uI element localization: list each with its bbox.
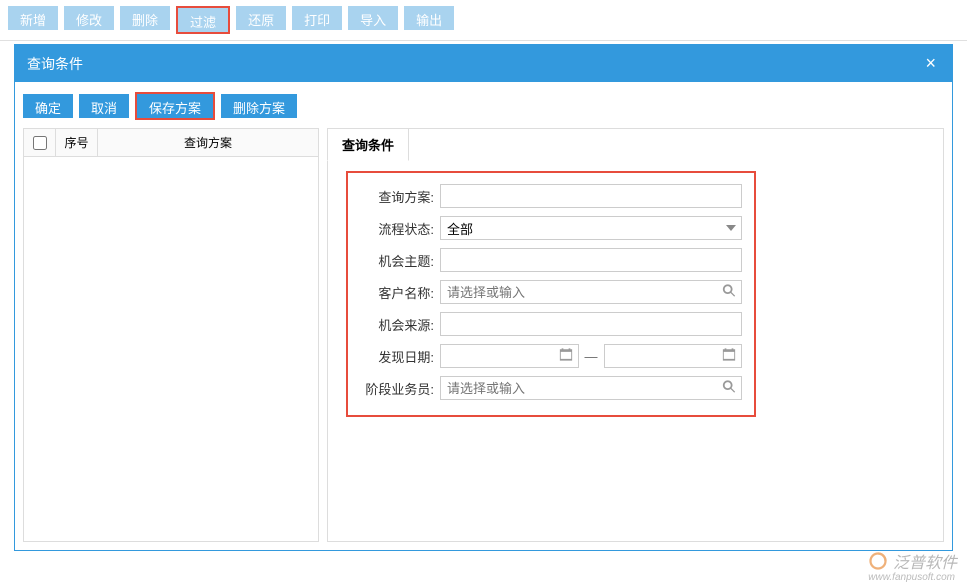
cancel-button[interactable]: 取消 [79,94,129,118]
plan-list-panel: 序号 查询方案 [23,128,319,542]
source-input[interactable] [440,312,742,336]
filter-button[interactable]: 过滤 [178,8,228,32]
modal-title: 查询条件 [27,54,83,74]
subject-input[interactable] [440,248,742,272]
print-button[interactable]: 打印 [292,6,342,30]
import-button[interactable]: 导入 [348,6,398,30]
select-all-checkbox[interactable] [33,136,47,150]
watermark: 泛普软件 [869,549,957,573]
tab-conditions[interactable]: 查询条件 [327,128,409,161]
status-value[interactable] [440,216,742,240]
plan-header: 查询方案 [98,129,318,156]
add-button[interactable]: 新增 [8,6,58,30]
plan-list-header: 序号 查询方案 [24,129,318,157]
subject-label: 机会主题: [360,251,440,270]
close-icon[interactable]: × [921,53,940,74]
date-label: 发现日期: [360,347,440,366]
status-label: 流程状态: [360,219,440,238]
plan-label: 查询方案: [360,187,440,206]
condition-panel: 查询条件 查询方案: 流程状态: [327,128,944,542]
save-plan-highlight: 保存方案 [135,92,215,120]
export-button[interactable]: 输出 [404,6,454,30]
modal-body: 序号 查询方案 查询条件 查询方案: [15,128,952,550]
ok-button[interactable]: 确定 [23,94,73,118]
customer-input[interactable] [440,280,742,304]
delete-button[interactable]: 删除 [120,6,170,30]
modal-header: 查询条件 × [15,45,952,82]
save-plan-button[interactable]: 保存方案 [137,94,213,118]
salesman-input[interactable] [440,376,742,400]
date-separator: — [585,349,598,364]
date-to-input[interactable] [604,344,743,368]
seq-header: 序号 [56,129,98,156]
form-highlight-area: 查询方案: 流程状态: [346,171,756,417]
salesman-label: 阶段业务员: [360,379,440,398]
plan-input[interactable] [440,184,742,208]
status-select[interactable] [440,216,742,240]
top-toolbar: 新增 修改 删除 过滤 还原 打印 导入 输出 [0,0,967,41]
delete-plan-button[interactable]: 删除方案 [221,94,297,118]
edit-button[interactable]: 修改 [64,6,114,30]
query-modal: 查询条件 × 确定 取消 保存方案 删除方案 序号 查询方案 查询条件 [14,44,953,551]
logo-icon [869,552,887,570]
watermark-brand: 泛普软件 [893,549,957,573]
watermark-url: www.fanpusoft.com [868,572,955,583]
select-all-cell [24,129,56,156]
filter-highlight: 过滤 [176,6,230,34]
plan-list-body [24,157,318,541]
date-from-input[interactable] [440,344,579,368]
customer-label: 客户名称: [360,283,440,302]
source-label: 机会来源: [360,315,440,334]
restore-button[interactable]: 还原 [236,6,286,30]
modal-toolbar: 确定 取消 保存方案 删除方案 [15,82,952,128]
